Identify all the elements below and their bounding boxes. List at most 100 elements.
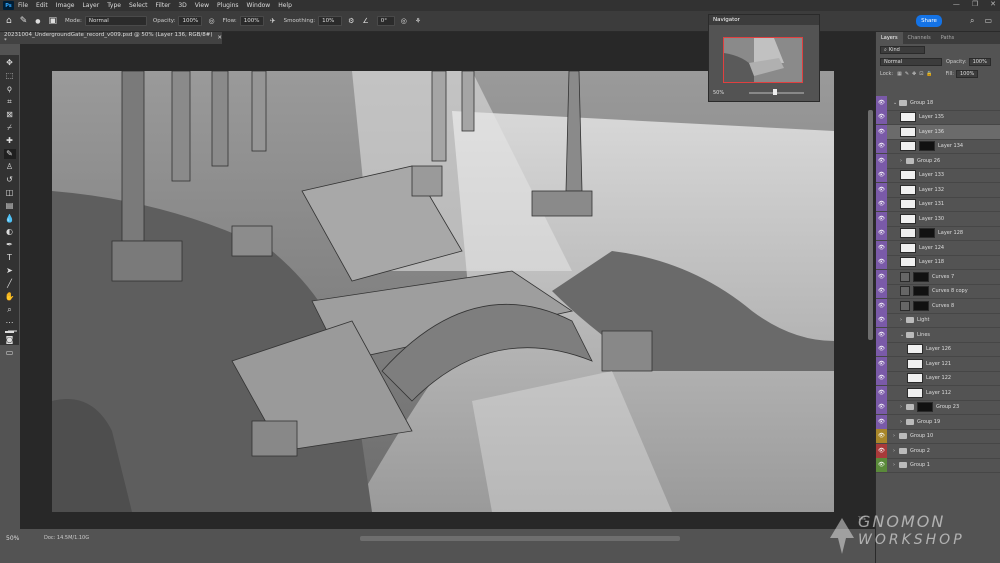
layer-row[interactable]: 👁 Layer 131 [876,197,1000,212]
visibility-eye-icon[interactable]: 👁 [876,124,887,139]
curves-adjustment-icon[interactable] [900,271,910,282]
layer-opacity-field[interactable]: 100% [968,58,991,66]
type-tool-icon[interactable]: T [4,253,16,263]
layer-mask-thumbnail[interactable] [913,286,929,297]
visibility-eye-icon[interactable]: 👁 [876,240,887,255]
layer-row[interactable]: 👁 › Group 10 [876,429,1000,444]
layer-thumbnail[interactable] [900,184,916,195]
frame-tool-icon[interactable]: ⊠ [4,110,16,120]
layer-row[interactable]: 👁 Layer 133 [876,168,1000,183]
layer-row[interactable]: 👁 Curves 8 [876,298,1000,314]
visibility-eye-icon[interactable]: 👁 [876,400,887,415]
layer-row[interactable]: 👁 Layer 126 [876,342,1000,357]
screen-mode-icon[interactable]: ▭ [4,348,16,358]
restore-button[interactable]: ❐ [972,0,978,8]
visibility-eye-icon[interactable]: 👁 [876,197,887,212]
tab-layers[interactable]: Layers [876,32,903,44]
pressure-size-icon[interactable]: ◎ [401,17,407,25]
layer-row[interactable]: 👁 › Group 19 [876,414,1000,430]
brush-tool-icon[interactable]: ✎ [3,149,16,159]
layer-row[interactable]: 👁 Layer 128 [876,226,1000,241]
home-icon[interactable]: ⌂ [6,16,12,26]
layer-row[interactable]: 👁 Layer 135 [876,110,1000,125]
layer-fill-field[interactable]: 100% [956,70,979,78]
visibility-eye-icon[interactable]: 👁 [876,255,887,270]
close-button[interactable]: ✕ [990,0,996,8]
menu-image[interactable]: Image [56,2,75,9]
layer-thumbnail[interactable] [900,257,916,268]
layer-thumbnail[interactable] [900,199,916,210]
layer-row[interactable]: 👁 ⌄ Lines [876,327,1000,343]
line-tool-icon[interactable]: ╱ [4,279,16,289]
angle-field[interactable]: 0° [376,16,395,26]
visibility-eye-icon[interactable]: 👁 [876,168,887,183]
layer-row[interactable]: 👁 Layer 130 [876,211,1000,227]
layer-mask-thumbnail[interactable] [919,228,935,239]
menu-view[interactable]: View [195,2,209,9]
zoom-tool-icon[interactable]: ⌕ [4,305,16,315]
menu-layer[interactable]: Layer [82,2,99,9]
minimize-button[interactable]: — [953,0,960,8]
layer-row[interactable]: 👁 ⌄ Group 18 [876,95,1000,111]
share-button[interactable]: Share [916,15,942,27]
layer-row[interactable]: 👁 Layer 121 [876,356,1000,372]
layer-thumbnail[interactable] [900,213,916,224]
flow-field[interactable]: 100% [239,16,264,26]
curves-adjustment-icon[interactable] [900,286,910,297]
layer-row[interactable]: 👁 Layer 132 [876,182,1000,198]
lasso-tool-icon[interactable]: ϙ [4,84,16,94]
menu-file[interactable]: File [18,2,28,9]
visibility-eye-icon[interactable]: 👁 [876,458,887,473]
navigator-zoom-handle[interactable] [773,89,777,95]
visibility-eye-icon[interactable]: 👁 [876,95,887,110]
document-canvas[interactable] [52,71,834,512]
menu-edit[interactable]: Edit [36,2,48,9]
mode-select[interactable]: Normal [84,16,147,26]
layer-row[interactable]: 👁 Layer 136 [876,124,1000,140]
layer-row[interactable]: 👁 Curves 7 [876,269,1000,285]
brush-preset-icon[interactable]: ✎ [20,16,28,26]
menu-plugins[interactable]: Plugins [217,2,239,9]
visibility-eye-icon[interactable]: 👁 [876,327,887,342]
smoothing-field[interactable]: 10% [318,16,343,26]
horizontal-scrollbar[interactable] [360,536,680,541]
layer-thumbnail[interactable] [900,141,916,152]
tab-close-icon[interactable]: ✕ [217,35,222,41]
zoom-level[interactable]: 50% [6,535,19,542]
crop-tool-icon[interactable]: ⌗ [4,97,16,107]
layer-row[interactable]: 👁 Layer 124 [876,240,1000,256]
visibility-eye-icon[interactable]: 👁 [876,269,887,284]
layer-thumbnail[interactable] [900,112,916,123]
layer-row[interactable]: 👁 Layer 112 [876,385,1000,401]
visibility-eye-icon[interactable]: 👁 [876,284,887,299]
visibility-eye-icon[interactable]: 👁 [876,371,887,386]
visibility-eye-icon[interactable]: 👁 [876,429,887,444]
history-brush-icon[interactable]: ↺ [4,175,16,185]
blend-mode-select[interactable]: Normal [880,58,942,66]
visibility-eye-icon[interactable]: 👁 [876,443,887,458]
eyedropper-tool-icon[interactable]: ⌿ [4,123,16,133]
pen-tool-icon[interactable]: ✒ [4,240,16,250]
layer-row[interactable]: 👁 › Light [876,313,1000,328]
menu-window[interactable]: Window [247,2,271,9]
blur-tool-icon[interactable]: 💧 [4,214,16,224]
layer-row[interactable]: 👁 › Group 26 [876,153,1000,169]
layer-row[interactable]: 👁 › Group 1 [876,458,1000,473]
eraser-tool-icon[interactable]: ◫ [4,188,16,198]
airbrush-icon[interactable]: ✈ [270,17,276,25]
layer-thumbnail[interactable] [900,228,916,239]
visibility-eye-icon[interactable]: 👁 [876,110,887,125]
layer-row[interactable]: 👁 Layer 118 [876,255,1000,270]
brush-settings-icon[interactable]: ● [35,18,40,25]
dodge-tool-icon[interactable]: ◐ [4,227,16,237]
tab-channels[interactable]: Channels [903,32,936,44]
layer-thumbnail[interactable] [900,126,916,137]
visibility-eye-icon[interactable]: 👁 [876,153,887,168]
path-selection-icon[interactable]: ➤ [4,266,16,276]
layer-mask-thumbnail[interactable] [913,271,929,282]
layer-mask-thumbnail[interactable] [917,402,933,413]
layer-thumbnail[interactable] [907,373,923,384]
quick-mask-icon[interactable]: ◙ [4,335,16,345]
visibility-eye-icon[interactable]: 👁 [876,313,887,328]
layer-row[interactable]: 👁 Layer 122 [876,371,1000,386]
